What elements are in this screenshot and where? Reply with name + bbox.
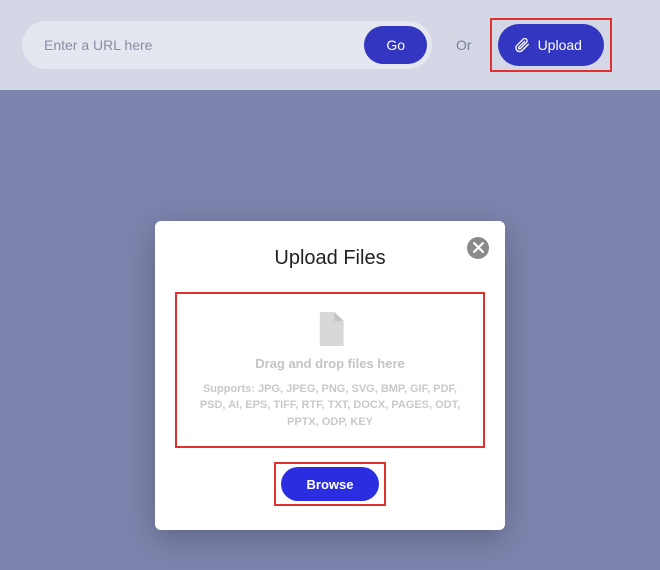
- upload-modal: Upload Files Drag and drop files here Su…: [155, 221, 505, 531]
- drag-drop-text: Drag and drop files here: [189, 356, 471, 371]
- browse-row: Browse: [175, 448, 485, 506]
- modal-overlay: Upload Files Drag and drop files here Su…: [0, 0, 660, 570]
- supported-formats-text: Supports: JPG, JPEG, PNG, SVG, BMP, GIF,…: [189, 381, 471, 431]
- browse-highlight: Browse: [274, 462, 387, 506]
- close-button[interactable]: [467, 237, 489, 259]
- dropzone[interactable]: Drag and drop files here Supports: JPG, …: [177, 294, 483, 447]
- file-icon: [189, 312, 471, 346]
- close-icon: [473, 242, 484, 253]
- modal-title: Upload Files: [175, 247, 485, 270]
- dropzone-highlight: Drag and drop files here Supports: JPG, …: [175, 292, 485, 449]
- browse-button[interactable]: Browse: [281, 467, 380, 501]
